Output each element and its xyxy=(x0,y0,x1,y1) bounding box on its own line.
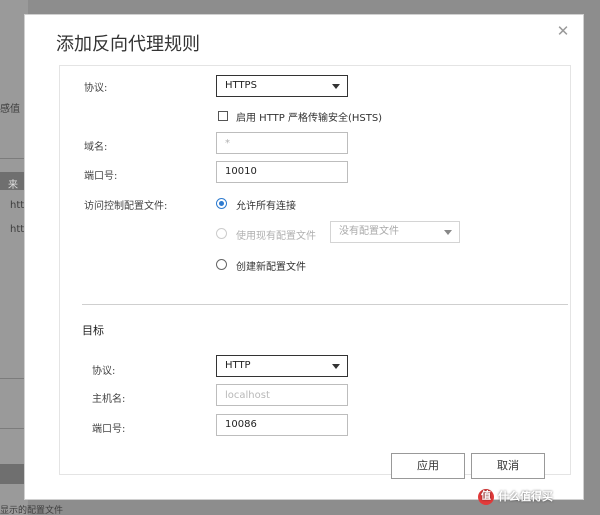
create-new-label: 创建新配置文件 xyxy=(236,262,306,273)
background-text: 感值 xyxy=(0,104,20,115)
hsts-label: 启用 HTTP 严格传输安全(HSTS) xyxy=(236,113,383,124)
rule-form-panel: 协议: HTTPS 启用 HTTP 严格传输安全(HSTS) 域名: 端口号: … xyxy=(59,65,571,475)
chevron-down-icon xyxy=(444,230,452,235)
watermark-badge: 值 xyxy=(478,489,494,505)
background-row-text: htt xyxy=(10,200,25,211)
background-footer-text: 显示的配置文件 xyxy=(0,506,64,515)
chevron-down-icon xyxy=(332,84,340,89)
use-existing-label: 使用现有配置文件 xyxy=(236,231,316,242)
cancel-button[interactable]: 取消 xyxy=(471,453,545,479)
target-protocol-label: 协议: xyxy=(92,366,116,377)
create-new-radio[interactable] xyxy=(216,259,227,270)
watermark-text: 什么值得买 xyxy=(498,490,553,503)
add-reverse-proxy-dialog: 添加反向代理规则 ✕ 协议: HTTPS 启用 HTTP 严格传输安全(HSTS… xyxy=(24,14,584,500)
host-label: 主机名: xyxy=(92,394,126,405)
site-watermark: 值什么值得买 xyxy=(478,488,553,505)
allow-all-label: 允许所有连接 xyxy=(236,201,296,212)
allow-all-radio[interactable] xyxy=(216,198,227,209)
host-input[interactable] xyxy=(216,384,348,406)
target-protocol-value: HTTP xyxy=(225,360,251,371)
domain-input[interactable] xyxy=(216,132,348,154)
source-port-label: 端口号: xyxy=(84,171,118,182)
hsts-checkbox[interactable] xyxy=(218,111,228,121)
background-row-text: htt xyxy=(10,224,25,235)
background-header-text: 来 xyxy=(8,180,18,191)
dialog-title: 添加反向代理规则 xyxy=(56,34,200,55)
source-protocol-label: 协议: xyxy=(84,83,108,94)
target-port-label: 端口号: xyxy=(92,424,126,435)
use-existing-radio[interactable] xyxy=(216,228,227,239)
source-protocol-value: HTTPS xyxy=(225,80,257,91)
close-icon[interactable]: ✕ xyxy=(555,23,571,39)
domain-label: 域名: xyxy=(84,142,108,153)
target-port-input[interactable]: 10086 xyxy=(216,414,348,436)
existing-profile-select[interactable]: 没有配置文件 xyxy=(330,221,460,243)
source-port-input[interactable]: 10010 xyxy=(216,161,348,183)
apply-button[interactable]: 应用 xyxy=(391,453,465,479)
section-divider xyxy=(82,304,568,305)
target-section-title: 目标 xyxy=(82,324,104,337)
source-protocol-select[interactable]: HTTPS xyxy=(216,75,348,97)
existing-profile-value: 没有配置文件 xyxy=(339,226,399,237)
target-protocol-select[interactable]: HTTP xyxy=(216,355,348,377)
access-control-label: 访问控制配置文件: xyxy=(84,201,168,212)
chevron-down-icon xyxy=(332,364,340,369)
